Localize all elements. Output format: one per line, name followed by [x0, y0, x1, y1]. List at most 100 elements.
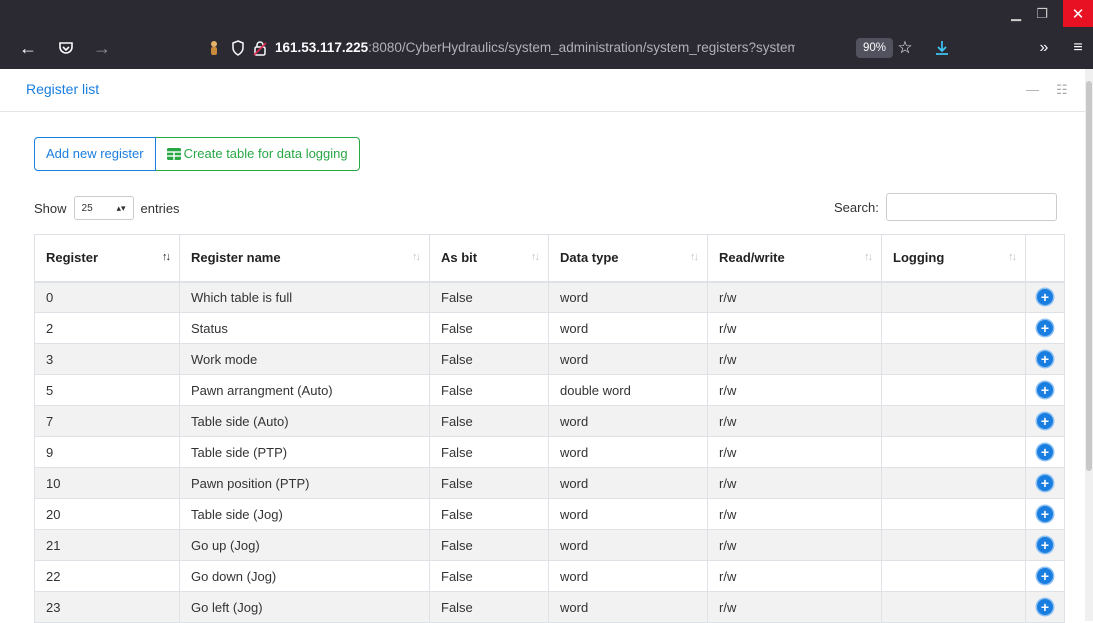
- scrollbar-thumb[interactable]: [1086, 81, 1092, 471]
- cell-data-type: word: [548, 405, 708, 437]
- pocket-icon[interactable]: [52, 27, 80, 69]
- column-header-label: Data type: [560, 250, 619, 266]
- cell-read-write: r/w: [707, 405, 882, 437]
- add-circle-icon[interactable]: +: [1037, 382, 1053, 398]
- row-action-cell: +: [1025, 343, 1065, 375]
- row-action-cell: +: [1025, 560, 1065, 592]
- insecure-lock-icon[interactable]: [250, 27, 270, 69]
- column-header-logging[interactable]: Logging ↑↓: [881, 234, 1026, 283]
- overflow-chevron-icon[interactable]: »: [1032, 27, 1056, 69]
- table-icon: [166, 148, 181, 160]
- cell-register-name: Table side (Auto): [179, 405, 430, 437]
- forward-arrow-icon[interactable]: →: [88, 27, 116, 69]
- menu-icon[interactable]: ≡: [1066, 27, 1090, 69]
- cell-register: 5: [34, 374, 180, 406]
- table-row: 23 Go left (Jog) False word r/w +: [34, 591, 1065, 623]
- row-action-cell: +: [1025, 374, 1065, 406]
- add-circle-icon[interactable]: +: [1037, 320, 1053, 336]
- sort-icon: ↑↓: [864, 251, 873, 263]
- sort-asc-icon: ↑↓: [162, 251, 171, 263]
- row-action-cell: +: [1025, 591, 1065, 623]
- row-action-cell: +: [1025, 529, 1065, 561]
- cell-read-write: r/w: [707, 498, 882, 530]
- browser-toolbar: ← → 161.53.117.225:8080/CyberHydraulics/…: [0, 27, 1093, 69]
- cell-as-bit: False: [429, 343, 549, 375]
- cell-as-bit: False: [429, 405, 549, 437]
- show-label: Show: [34, 200, 67, 216]
- maximize-icon[interactable]: ❐: [1029, 0, 1055, 27]
- search-input[interactable]: [885, 193, 1057, 221]
- panel-expand-icon[interactable]: ☷: [1056, 69, 1068, 111]
- add-circle-icon[interactable]: +: [1037, 351, 1053, 367]
- sort-icon: ↑↓: [1008, 251, 1017, 263]
- table-row: 20 Table side (Jog) False word r/w +: [34, 498, 1065, 530]
- zoom-badge[interactable]: 90%: [856, 38, 894, 58]
- add-circle-icon[interactable]: +: [1037, 506, 1053, 522]
- register-table: Register ↑↓ Register name ↑↓ As bit ↑↓ Data…: [34, 234, 1065, 623]
- url-bar[interactable]: 161.53.117.225:8080/CyberHydraulics/syst…: [200, 33, 980, 63]
- column-header-read-write[interactable]: Read/write ↑↓: [707, 234, 882, 283]
- download-icon[interactable]: [930, 27, 954, 69]
- cell-register: 10: [34, 467, 180, 499]
- column-header-label: Logging: [893, 250, 945, 266]
- column-header-as-bit[interactable]: As bit ↑↓: [429, 234, 549, 283]
- extension-icon[interactable]: [204, 27, 224, 69]
- add-circle-icon[interactable]: +: [1037, 568, 1053, 584]
- cell-register-name: Status: [179, 312, 430, 344]
- add-circle-icon[interactable]: +: [1037, 475, 1053, 491]
- add-circle-icon[interactable]: +: [1037, 599, 1053, 615]
- column-header-register[interactable]: Register ↑↓: [34, 234, 180, 283]
- cell-read-write: r/w: [707, 343, 882, 375]
- back-arrow-icon[interactable]: ←: [14, 27, 42, 69]
- bookmark-star-icon[interactable]: ☆: [893, 27, 917, 69]
- tracking-shield-icon[interactable]: [228, 27, 248, 69]
- cell-register: 3: [34, 343, 180, 375]
- cell-data-type: word: [548, 560, 708, 592]
- minimize-icon[interactable]: ▁: [1003, 0, 1029, 27]
- close-icon[interactable]: ✕: [1063, 0, 1093, 27]
- cell-logging: [881, 436, 1026, 468]
- sort-icon: ↑↓: [531, 251, 540, 263]
- cell-as-bit: False: [429, 436, 549, 468]
- cell-as-bit: False: [429, 374, 549, 406]
- cell-register-name: Which table is full: [179, 281, 430, 313]
- column-header-register-name[interactable]: Register name ↑↓: [179, 234, 430, 283]
- cell-read-write: r/w: [707, 467, 882, 499]
- cell-register-name: Pawn arrangment (Auto): [179, 374, 430, 406]
- url-path: :8080/CyberHydraulics/system_administrat…: [368, 40, 795, 55]
- panel-header: Register list — ☷: [0, 69, 1085, 112]
- row-action-cell: +: [1025, 281, 1065, 313]
- cell-logging: [881, 281, 1026, 313]
- table-row: 22 Go down (Jog) False word r/w +: [34, 560, 1065, 592]
- create-logging-table-button[interactable]: Create table for data logging: [155, 137, 360, 171]
- add-circle-icon[interactable]: +: [1037, 289, 1053, 306]
- url-text[interactable]: 161.53.117.225:8080/CyberHydraulics/syst…: [275, 33, 795, 63]
- sort-icon: ↑↓: [690, 251, 699, 263]
- add-circle-icon[interactable]: +: [1037, 413, 1053, 429]
- cell-data-type: word: [548, 498, 708, 530]
- cell-data-type: word: [548, 591, 708, 623]
- row-action-cell: +: [1025, 312, 1065, 344]
- add-register-button[interactable]: Add new register: [34, 137, 156, 171]
- cell-logging: [881, 312, 1026, 344]
- column-header-data-type[interactable]: Data type ↑↓: [548, 234, 708, 283]
- cell-register-name: Go up (Jog): [179, 529, 430, 561]
- cell-as-bit: False: [429, 467, 549, 499]
- page-length-select[interactable]: 25 ▴▾: [73, 196, 134, 220]
- panel-collapse-icon[interactable]: —: [1026, 69, 1039, 111]
- table-row: 21 Go up (Jog) False word r/w +: [34, 529, 1065, 561]
- row-action-cell: +: [1025, 405, 1065, 437]
- column-header-actions: [1025, 234, 1065, 283]
- cell-register: 22: [34, 560, 180, 592]
- cell-register: 9: [34, 436, 180, 468]
- cell-read-write: r/w: [707, 281, 882, 313]
- cell-register: 0: [34, 281, 180, 313]
- cell-logging: [881, 374, 1026, 406]
- add-circle-icon[interactable]: +: [1037, 444, 1053, 460]
- add-circle-icon[interactable]: +: [1037, 537, 1053, 553]
- vertical-scrollbar[interactable]: [1085, 69, 1093, 621]
- entries-label: entries: [140, 200, 180, 216]
- table-row: 5 Pawn arrangment (Auto) False double word r…: [34, 374, 1065, 406]
- cell-read-write: r/w: [707, 529, 882, 561]
- cell-as-bit: False: [429, 529, 549, 561]
